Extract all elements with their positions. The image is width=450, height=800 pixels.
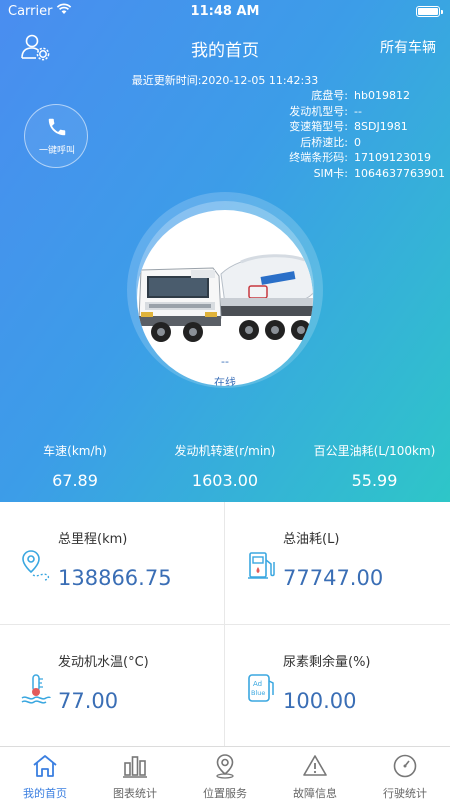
vehicle-info-list: 底盘号: hb019812 发动机型号: -- 变速箱型号: 8SDJ1981 后桥速… bbox=[238, 88, 445, 182]
metric-value: 55.99 bbox=[351, 471, 398, 490]
tab-label: 位置服务 bbox=[203, 787, 247, 800]
last-update-time: 最近更新时间:2020-12-05 11:42:33 bbox=[131, 74, 319, 87]
info-value: 8SDJ1981 bbox=[354, 120, 408, 133]
vehicle-status: 在线 bbox=[214, 376, 236, 386]
info-label: SIM卡: bbox=[313, 166, 348, 180]
stats-grid: 总里程(km) 138866.75 总油耗(L) 77747.00 发动机水温(… bbox=[0, 502, 450, 748]
info-row-terminal-barcode: 终端条形码: 17109123019 bbox=[238, 150, 438, 166]
tab-fault-info[interactable]: 故障信息 bbox=[270, 747, 360, 800]
metric-value: 67.89 bbox=[52, 471, 98, 490]
tab-label: 行驶统计 bbox=[383, 787, 427, 800]
tab-label: 图表统计 bbox=[113, 787, 157, 800]
battery-icon bbox=[416, 6, 443, 17]
info-label: 底盘号: bbox=[311, 89, 348, 102]
info-value: 17109123019 bbox=[354, 151, 431, 164]
info-row-chassis: 底盘号: hb019812 bbox=[238, 88, 438, 104]
gauge-icon bbox=[393, 754, 417, 778]
tab-home[interactable]: 我的首页 bbox=[0, 747, 90, 800]
card-value: 138866.75 bbox=[58, 566, 172, 590]
svg-text:Blue: Blue bbox=[251, 689, 265, 697]
info-label: 终端条形码: bbox=[289, 151, 348, 164]
info-row-axle-ratio: 后桥速比: 0 bbox=[238, 135, 438, 151]
info-row-gearbox: 变速箱型号: 8SDJ1981 bbox=[238, 119, 438, 135]
fuel-pump-icon bbox=[248, 552, 275, 579]
tab-driving-stats[interactable]: 行驶统计 bbox=[360, 747, 450, 800]
metric-engine-rpm: 发动机转速(r/min) 1603.00 bbox=[165, 442, 285, 490]
vehicle-avatar[interactable]: -- 在线 bbox=[137, 210, 313, 386]
dashboard-header: Carrier 11:48 AM 我的首页 所有车辆 最近更新时间:2020-1… bbox=[0, 0, 450, 502]
card-value: 77747.00 bbox=[283, 566, 384, 590]
all-vehicles-button[interactable]: 所有车辆 bbox=[380, 37, 436, 57]
warning-icon bbox=[303, 755, 327, 776]
mixer-truck-image bbox=[137, 254, 313, 342]
card-total-mileage[interactable]: 总里程(km) 138866.75 bbox=[0, 502, 225, 625]
card-label: 总里程(km) bbox=[58, 532, 128, 547]
info-row-engine: 发动机型号: -- bbox=[238, 104, 438, 120]
info-value: 0 bbox=[354, 135, 361, 149]
metric-value: 1603.00 bbox=[191, 471, 259, 490]
status-time: 11:48 AM bbox=[190, 4, 260, 19]
metric-label: 车速(km/h) bbox=[43, 444, 107, 458]
info-label: 发动机型号: bbox=[289, 104, 348, 118]
map-pin-icon bbox=[216, 754, 234, 779]
metric-label: 百公里油耗(L/100km) bbox=[313, 444, 436, 458]
info-row-sim: SIM卡: 1064637763901 bbox=[238, 166, 445, 182]
card-value: 77.00 bbox=[58, 689, 119, 713]
svg-text:Ad: Ad bbox=[253, 680, 262, 688]
phone-icon bbox=[48, 118, 66, 136]
realtime-metrics: 车速(km/h) 67.89 发动机转速(r/min) 1603.00 百公里油… bbox=[0, 442, 450, 502]
card-adblue-level[interactable]: Ad Blue 尿素剩余量(%) 100.00 bbox=[225, 625, 450, 748]
info-label: 变速箱型号: bbox=[289, 120, 348, 133]
vehicle-plate: -- bbox=[221, 355, 229, 368]
card-label: 发动机水温(°C) bbox=[58, 655, 149, 670]
tab-location[interactable]: 位置服务 bbox=[180, 747, 270, 800]
bar-chart-icon bbox=[123, 756, 147, 778]
card-total-fuel[interactable]: 总油耗(L) 77747.00 bbox=[225, 502, 450, 625]
info-label: 后桥速比: bbox=[300, 135, 348, 149]
card-label: 总油耗(L) bbox=[283, 532, 340, 547]
tab-label: 我的首页 bbox=[23, 787, 67, 800]
metric-speed: 车速(km/h) 67.89 bbox=[20, 442, 130, 490]
metric-fuel-consumption: 百公里油耗(L/100km) 55.99 bbox=[312, 442, 437, 490]
tab-label: 故障信息 bbox=[293, 787, 337, 800]
bottom-tab-bar: 我的首页 图表统计 位置服务 故障信息 行驶统计 bbox=[0, 746, 450, 800]
card-value: 100.00 bbox=[283, 689, 357, 713]
home-icon bbox=[33, 755, 57, 777]
info-value: -- bbox=[354, 104, 362, 118]
card-label: 尿素剩余量(%) bbox=[283, 655, 371, 670]
metric-label: 发动机转速(r/min) bbox=[174, 444, 276, 458]
coolant-temp-icon bbox=[21, 674, 51, 704]
call-label: 一键呼叫 bbox=[38, 146, 75, 156]
card-coolant-temp[interactable]: 发动机水温(°C) 77.00 bbox=[0, 625, 225, 748]
tab-chart-stats[interactable]: 图表统计 bbox=[90, 747, 180, 800]
location-route-icon bbox=[22, 550, 50, 581]
info-value: 1064637763901 bbox=[354, 166, 445, 180]
one-key-call-button[interactable]: 一键呼叫 bbox=[24, 104, 88, 168]
status-bar: Carrier 11:48 AM bbox=[0, 0, 450, 24]
adblue-icon: Ad Blue bbox=[248, 674, 274, 702]
info-value: hb019812 bbox=[354, 89, 410, 102]
